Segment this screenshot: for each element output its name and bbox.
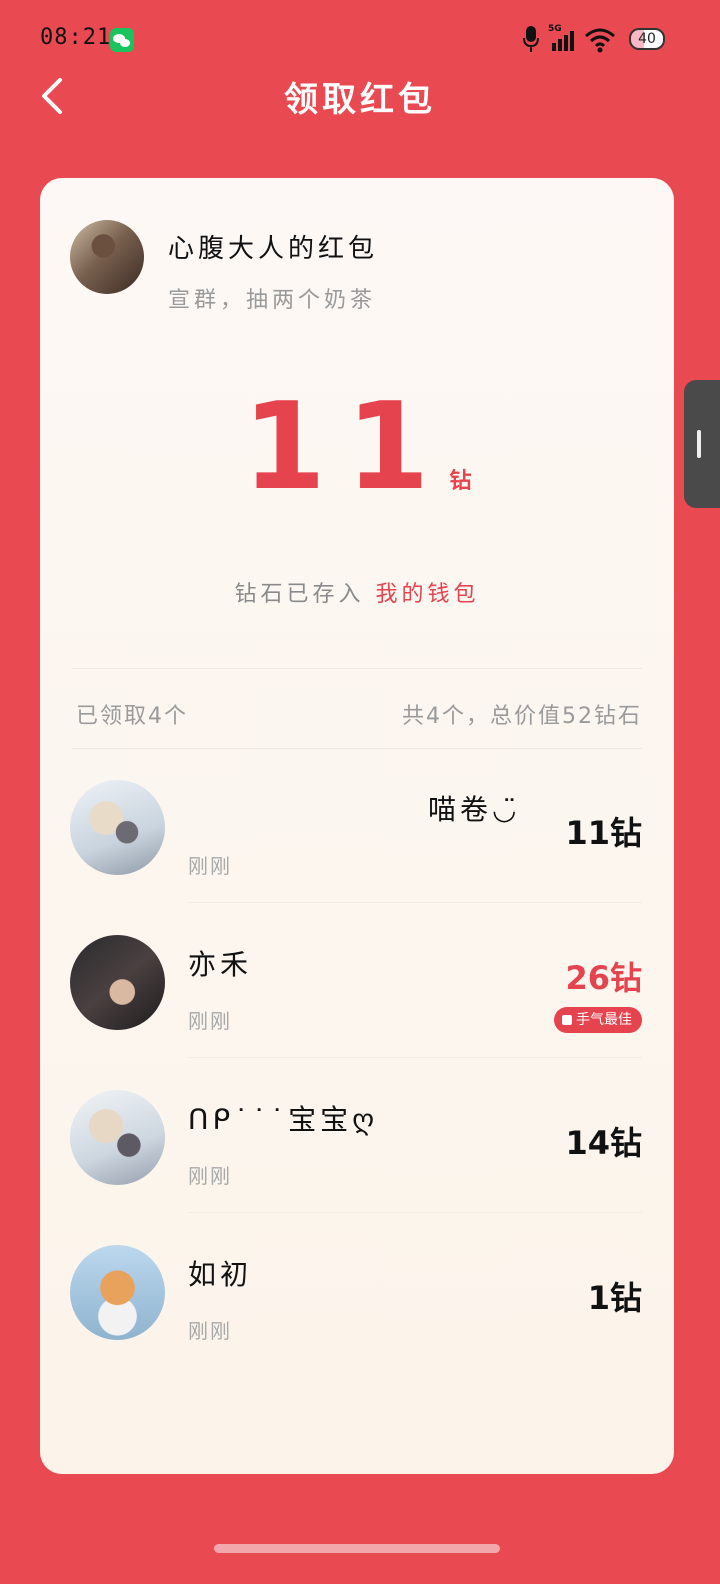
total-summary: 共4个，总价值52钻石 bbox=[402, 704, 642, 729]
amount-unit: 钻 bbox=[449, 469, 472, 494]
deposit-text: 钻石已存入 bbox=[234, 582, 365, 607]
side-drawer-handle[interactable] bbox=[684, 380, 720, 508]
packet-greeting: 宣群，抽两个奶茶 bbox=[168, 288, 377, 313]
status-time: 08:21 bbox=[40, 25, 112, 50]
microphone-icon bbox=[523, 26, 539, 52]
thumbs-up-icon bbox=[562, 1015, 572, 1025]
my-wallet-link[interactable]: 我的钱包 bbox=[376, 582, 480, 607]
list-item[interactable]: ᑎᑭ˙˙˙宝宝ღ 刚刚 14钻 bbox=[40, 1058, 674, 1213]
avatar[interactable] bbox=[70, 1090, 165, 1185]
best-luck-badge: 手气最佳 bbox=[554, 1007, 642, 1033]
claimer-name: ᑎᑭ˙˙˙宝宝ღ bbox=[188, 1103, 379, 1136]
received-amount: 11钻 bbox=[40, 378, 674, 517]
home-indicator[interactable] bbox=[214, 1544, 500, 1553]
claim-time: 刚刚 bbox=[188, 1009, 232, 1033]
wechat-icon bbox=[110, 28, 134, 52]
claim-amount: 26钻 bbox=[565, 959, 642, 997]
claim-time: 刚刚 bbox=[188, 1164, 232, 1188]
list-item[interactable]: 亦禾 刚刚 26钻 手气最佳 bbox=[40, 903, 674, 1058]
claim-amount: 1钻 bbox=[587, 1279, 642, 1317]
battery-icon: 40 bbox=[629, 28, 665, 50]
claim-time: 刚刚 bbox=[188, 1319, 232, 1343]
red-packet-card: 心腹大人的红包 宣群，抽两个奶茶 11钻 钻石已存入 我的钱包 已领取4个 共4… bbox=[40, 178, 674, 1474]
list-item[interactable]: 喵卷◡̈ 刚刚 11钻 bbox=[40, 748, 674, 903]
avatar[interactable] bbox=[70, 1245, 165, 1340]
claimer-name: 如初 bbox=[188, 1258, 253, 1291]
list-item[interactable]: 如初 刚刚 1钻 bbox=[40, 1213, 674, 1368]
status-bar: 08:21 5G 40 bbox=[0, 0, 720, 80]
claimer-name: 喵卷◡̈ bbox=[428, 793, 521, 826]
signal-icon bbox=[552, 31, 574, 51]
wifi-icon bbox=[585, 28, 615, 53]
avatar[interactable] bbox=[70, 780, 165, 875]
divider bbox=[72, 668, 642, 669]
sender-title: 心腹大人的红包 bbox=[168, 234, 379, 264]
amount-value: 11 bbox=[242, 378, 450, 517]
claim-amount: 14钻 bbox=[565, 1124, 642, 1162]
claim-time: 刚刚 bbox=[188, 854, 232, 878]
claimer-name: 亦禾 bbox=[188, 948, 253, 981]
sender-avatar[interactable] bbox=[70, 220, 144, 294]
page-title: 领取红包 bbox=[284, 80, 436, 120]
claim-amount: 11钻 bbox=[565, 814, 642, 852]
deposit-notice: 钻石已存入 我的钱包 bbox=[40, 576, 674, 608]
badge-label: 手气最佳 bbox=[576, 1012, 632, 1028]
claimed-count: 已领取4个 bbox=[76, 704, 188, 729]
avatar[interactable] bbox=[70, 935, 165, 1030]
